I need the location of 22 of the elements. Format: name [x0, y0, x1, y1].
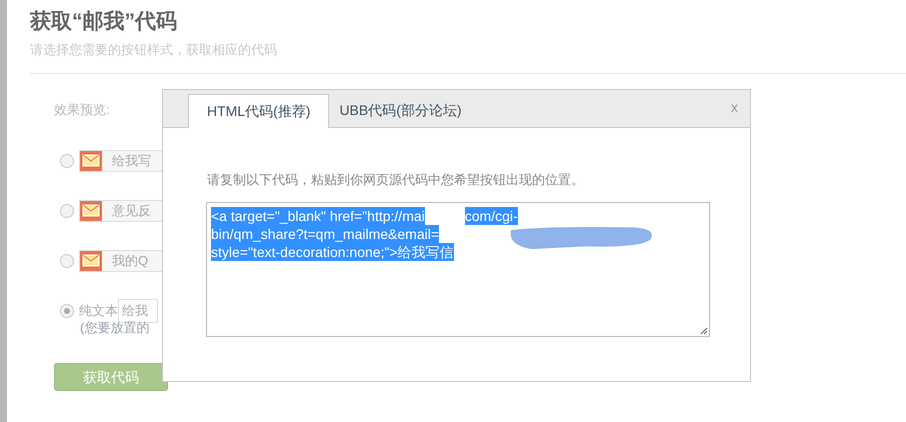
code-text: bin/qm_share?t=qm_mailme&email= — [211, 224, 439, 242]
radio-button[interactable] — [60, 154, 74, 168]
radio-button[interactable] — [60, 254, 74, 268]
instruction-text: 请复制以下代码，粘贴到你网页源代码中您希望按钮出现的位置。 — [207, 171, 585, 189]
close-button[interactable]: x — [731, 100, 738, 114]
envelope-icon — [80, 150, 102, 170]
envelope-icon — [80, 200, 102, 220]
code-text: style="text-decoration:none;">给我写信 — [211, 242, 454, 260]
tab[interactable]: UBB代码(部分论坛) — [329, 93, 472, 127]
code-text: <a target="_blank" href="http://mai — [211, 206, 425, 224]
tab[interactable]: HTML代码(推荐) — [188, 94, 330, 128]
envelope-icon — [80, 250, 102, 270]
preview-label: 效果预览: — [54, 101, 110, 119]
page-title: 获取“邮我”代码 — [30, 9, 178, 35]
text-field[interactable]: 给我 — [118, 298, 158, 322]
option-label: 纯文本 — [79, 302, 118, 320]
resize-grip-icon — [700, 326, 708, 334]
code-text: com/cgi- — [464, 206, 518, 224]
radio-button[interactable] — [60, 204, 74, 218]
get-code-button[interactable]: 获取代码 — [54, 363, 168, 391]
radio-button[interactable] — [60, 304, 74, 318]
code-text-area[interactable]: <a target="_blank" href="http://mai com/cgi- bin/qm_share?t=qm_mailme&email= style="text-decoration:none;">给我写信 — [206, 202, 710, 336]
